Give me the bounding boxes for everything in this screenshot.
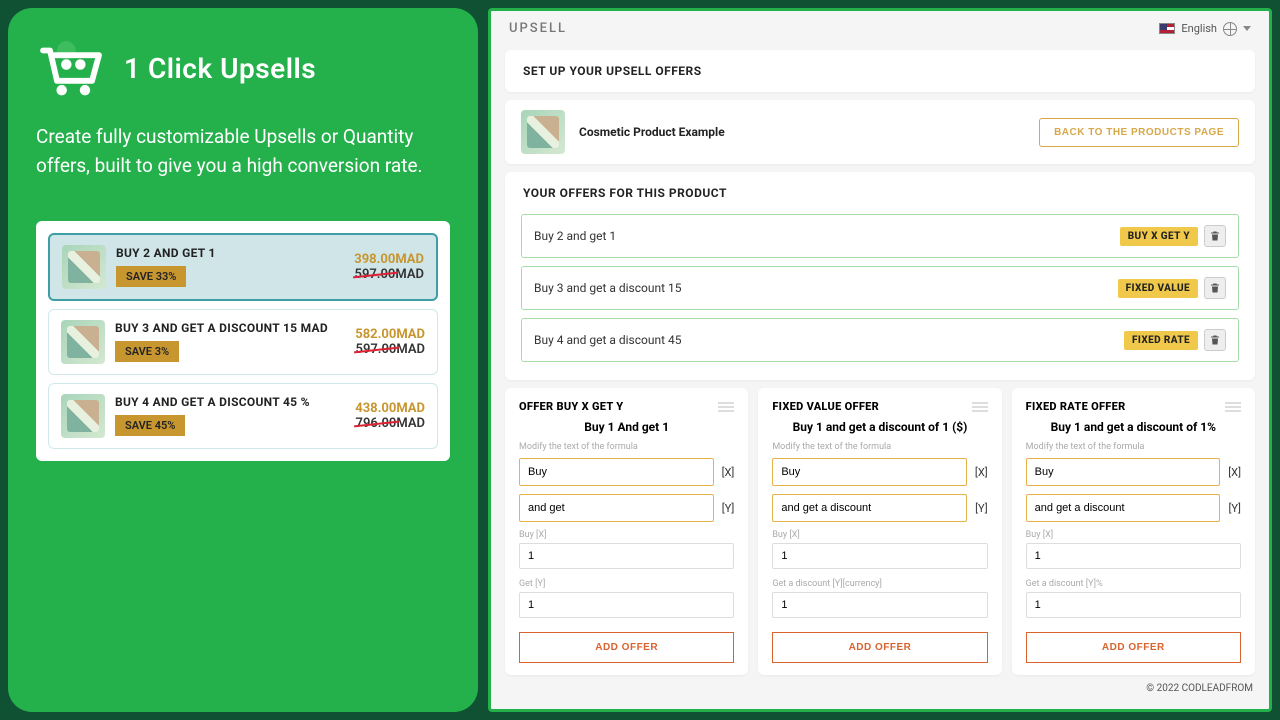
offer-type-badge: FIXED VALUE — [1118, 279, 1198, 298]
offer-label: Buy 4 and get a discount 45 — [534, 333, 682, 347]
delete-offer-button[interactable] — [1204, 225, 1226, 247]
formula-field-1[interactable] — [1026, 458, 1221, 486]
preview-offer-title: BUY 3 AND GET A DISCOUNT 15 MAD — [115, 321, 345, 335]
offer-builder: FIXED VALUE OFFER Buy 1 and get a discou… — [758, 388, 1001, 675]
hint-text: Modify the text of the formula — [1026, 442, 1241, 452]
menu-icon[interactable] — [718, 400, 734, 412]
price-old: 597.00MAD — [354, 267, 424, 282]
tagline: Create fully customizable Upsells or Qua… — [36, 122, 450, 181]
price-new: 398.00MAD — [354, 252, 424, 267]
offer-label: Buy 3 and get a discount 15 — [534, 281, 682, 295]
builder-title: FIXED VALUE OFFER — [772, 400, 879, 414]
num1-label: Buy [X] — [519, 530, 734, 540]
num1-label: Buy [X] — [1026, 530, 1241, 540]
preview-offer-card[interactable]: BUY 2 AND GET 1 SAVE 33% 398.00MAD 597.0… — [48, 233, 438, 301]
trash-icon — [1209, 334, 1221, 346]
offer-type-badge: BUY X GET Y — [1120, 227, 1198, 246]
num2-label: Get a discount [Y]% — [1026, 579, 1241, 589]
product-row: Cosmetic Product Example BACK TO THE PRO… — [505, 100, 1255, 164]
formula-preview: Buy 1 And get 1 — [519, 420, 734, 434]
back-to-products-button[interactable]: BACK TO THE PRODUCTS PAGE — [1039, 118, 1239, 147]
var-y: [Y] — [975, 502, 988, 515]
page-title: UPSELL — [509, 21, 567, 36]
promo-panel: 1 Click Upsells Create fully customizabl… — [8, 8, 478, 712]
add-offer-button[interactable]: ADD OFFER — [772, 632, 987, 663]
var-x: [X] — [722, 466, 735, 479]
product-thumbnail — [62, 245, 106, 289]
formula-preview: Buy 1 and get a discount of 1 ($) — [772, 420, 987, 434]
offers-preview: BUY 2 AND GET 1 SAVE 33% 398.00MAD 597.0… — [36, 221, 450, 461]
offer-builder: FIXED RATE OFFER Buy 1 and get a discoun… — [1012, 388, 1255, 675]
preview-offer-title: BUY 2 AND GET 1 — [116, 246, 344, 260]
offer-line[interactable]: Buy 4 and get a discount 45 FIXED RATE — [521, 318, 1239, 362]
offer-line[interactable]: Buy 2 and get 1 BUY X GET Y — [521, 214, 1239, 258]
language-label: English — [1181, 22, 1217, 35]
topbar: UPSELL English — [491, 11, 1269, 42]
trash-icon — [1209, 282, 1221, 294]
var-x: [X] — [975, 466, 988, 479]
formula-preview: Buy 1 and get a discount of 1% — [1026, 420, 1241, 434]
builder-title: FIXED RATE OFFER — [1026, 400, 1126, 414]
get-quantity-input[interactable] — [1026, 592, 1241, 618]
buy-quantity-input[interactable] — [519, 543, 734, 569]
num1-label: Buy [X] — [772, 530, 987, 540]
var-y: [Y] — [1228, 502, 1241, 515]
buy-quantity-input[interactable] — [772, 543, 987, 569]
get-quantity-input[interactable] — [519, 592, 734, 618]
offers-title: YOUR OFFERS FOR THIS PRODUCT — [505, 172, 1255, 214]
var-x: [X] — [1228, 466, 1241, 479]
setup-card: SET UP YOUR UPSELL OFFERS — [505, 50, 1255, 92]
delete-offer-button[interactable] — [1204, 277, 1226, 299]
add-offer-button[interactable]: ADD OFFER — [1026, 632, 1241, 663]
price-new: 582.00MAD — [355, 327, 425, 342]
formula-field-2[interactable] — [772, 494, 967, 522]
builder-title: OFFER BUY X GET Y — [519, 400, 623, 414]
footer-copyright: © 2022 CODLEADFROM — [491, 679, 1269, 700]
preview-offer-title: BUY 4 AND GET A DISCOUNT 45 % — [115, 395, 345, 409]
hint-text: Modify the text of the formula — [519, 442, 734, 452]
formula-field-2[interactable] — [519, 494, 714, 522]
formula-field-2[interactable] — [1026, 494, 1221, 522]
globe-icon — [1223, 22, 1237, 36]
formula-field-1[interactable] — [772, 458, 967, 486]
chevron-down-icon — [1243, 26, 1251, 31]
menu-icon[interactable] — [1225, 400, 1241, 412]
num2-label: Get [Y] — [519, 579, 734, 589]
price-new: 438.00MAD — [355, 401, 425, 416]
delete-offer-button[interactable] — [1204, 329, 1226, 351]
offer-line[interactable]: Buy 3 and get a discount 15 FIXED VALUE — [521, 266, 1239, 310]
formula-field-1[interactable] — [519, 458, 714, 486]
offer-builder: OFFER BUY X GET Y Buy 1 And get 1 Modify… — [505, 388, 748, 675]
price-old: 796.00MAD — [355, 416, 425, 431]
cart-logo-icon — [36, 38, 106, 98]
product-thumbnail — [521, 110, 565, 154]
add-offer-button[interactable]: ADD OFFER — [519, 632, 734, 663]
offer-type-badge: FIXED RATE — [1124, 331, 1198, 350]
product-thumbnail — [61, 394, 105, 438]
product-thumbnail — [61, 320, 105, 364]
preview-offer-card[interactable]: BUY 3 AND GET A DISCOUNT 15 MAD SAVE 3% … — [48, 309, 438, 375]
flag-icon — [1159, 23, 1175, 34]
hint-text: Modify the text of the formula — [772, 442, 987, 452]
product-name: Cosmetic Product Example — [579, 125, 725, 139]
price-old: 597.00MAD — [355, 342, 425, 357]
trash-icon — [1209, 230, 1221, 242]
setup-title: SET UP YOUR UPSELL OFFERS — [505, 50, 1255, 92]
language-switch[interactable]: English — [1159, 22, 1251, 36]
preview-offer-card[interactable]: BUY 4 AND GET A DISCOUNT 45 % SAVE 45% 4… — [48, 383, 438, 449]
save-badge: SAVE 45% — [115, 415, 185, 436]
save-badge: SAVE 33% — [116, 266, 186, 287]
num2-label: Get a discount [Y][currency] — [772, 579, 987, 589]
save-badge: SAVE 3% — [115, 341, 179, 362]
menu-icon[interactable] — [972, 400, 988, 412]
var-y: [Y] — [722, 502, 735, 515]
offers-card: YOUR OFFERS FOR THIS PRODUCT Buy 2 and g… — [505, 172, 1255, 380]
logo-text: 1 Click Upsells — [124, 52, 316, 85]
app-panel: UPSELL English SET UP YOUR UPSELL OFFERS… — [488, 8, 1272, 712]
offer-label: Buy 2 and get 1 — [534, 229, 616, 243]
get-quantity-input[interactable] — [772, 592, 987, 618]
buy-quantity-input[interactable] — [1026, 543, 1241, 569]
